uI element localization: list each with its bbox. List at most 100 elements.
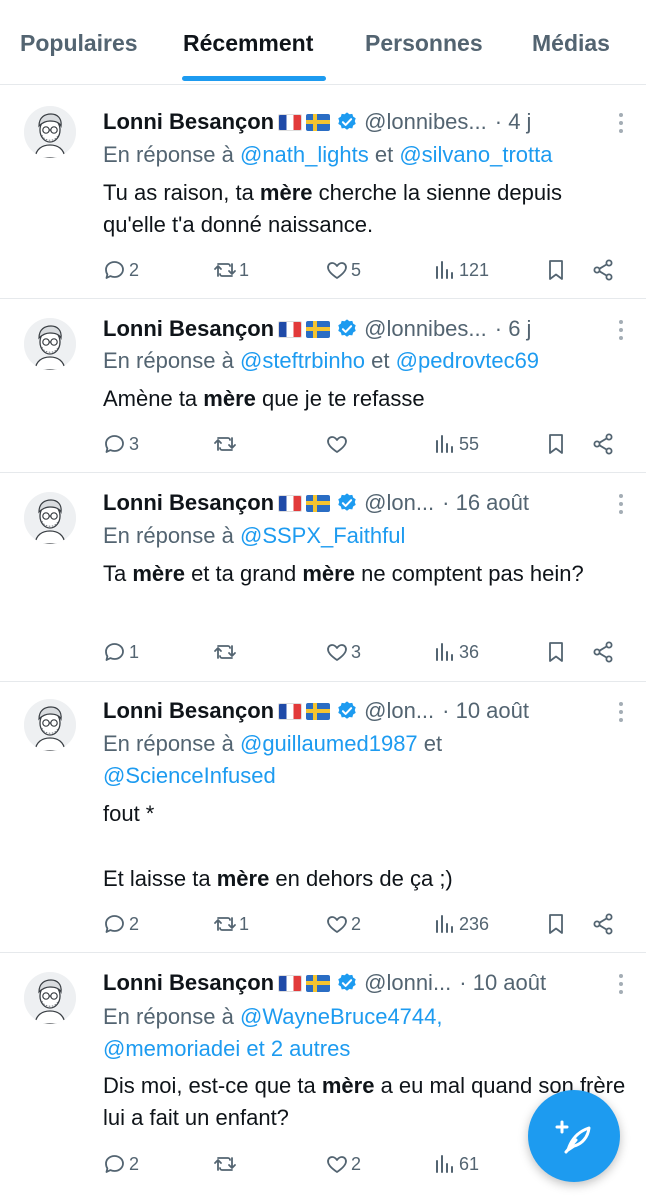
mention-link[interactable]: @pedrovtec69 [396, 348, 539, 373]
like-icon [325, 640, 349, 664]
tweet-actions: 1 3 36 [103, 637, 626, 667]
tweet-timestamp[interactable]: · 10 août [442, 698, 529, 724]
bookmark-button[interactable] [544, 637, 568, 667]
mention-link[interactable]: @ScienceInfused [103, 763, 276, 788]
reply-button[interactable]: 2 [103, 909, 139, 939]
more-options-icon[interactable] [618, 320, 624, 340]
tweet-text: fout * [103, 801, 155, 826]
avatar[interactable] [24, 106, 76, 158]
author-name[interactable]: Lonni Besançon [103, 698, 274, 724]
views-icon [433, 432, 457, 456]
views-button[interactable]: 55 [433, 429, 479, 459]
avatar[interactable] [24, 699, 76, 751]
like-button[interactable] [325, 429, 351, 459]
tweet[interactable]: Lonni Besançon @lon... · 10 août En répo… [0, 681, 646, 953]
mention-link[interactable]: @silvano_trotta [399, 142, 552, 167]
reply-icon [103, 258, 127, 282]
author-name[interactable]: Lonni Besançon [103, 316, 274, 342]
author-handle[interactable]: @lon... [364, 698, 434, 724]
more-options-icon[interactable] [618, 113, 624, 133]
tweet-text: Amène ta mère que je te refasse [103, 386, 425, 411]
author-name[interactable]: Lonni Besançon [103, 970, 274, 996]
share-button[interactable] [591, 255, 615, 285]
more-options-icon[interactable] [618, 494, 624, 514]
reply-icon [103, 1152, 127, 1176]
retweet-button[interactable] [213, 637, 239, 667]
fr-flag-icon [278, 702, 303, 720]
views-button[interactable]: 121 [433, 255, 489, 285]
reply-icon [103, 432, 127, 456]
share-icon [591, 432, 615, 456]
bookmark-button[interactable] [544, 429, 568, 459]
retweet-button[interactable] [213, 429, 239, 459]
share-button[interactable] [591, 429, 615, 459]
bookmark-icon [544, 432, 568, 456]
like-button[interactable]: 2 [325, 1149, 361, 1179]
mention-link[interactable]: @SSPX_Faithful [240, 523, 405, 548]
reply-button[interactable]: 2 [103, 255, 139, 285]
retweet-icon [213, 432, 237, 456]
tweet-header: Lonni Besançon @lon... · 10 août [103, 696, 630, 726]
author-handle[interactable]: @lon... [364, 490, 434, 516]
tweet[interactable]: Lonni Besançon @lon... · 16 août En répo… [0, 472, 646, 682]
avatar[interactable] [24, 972, 76, 1024]
tweet-text: Tu as raison, ta mère cherche la sienne … [103, 180, 569, 237]
share-icon [591, 640, 615, 664]
avatar[interactable] [24, 492, 76, 544]
like-button[interactable]: 3 [325, 637, 361, 667]
bookmark-button[interactable] [544, 255, 568, 285]
bookmark-button[interactable] [544, 909, 568, 939]
more-options-icon[interactable] [618, 702, 624, 722]
reply-context: En réponse à @steftrbinho et @pedrovtec6… [103, 348, 540, 373]
reply-button[interactable]: 2 [103, 1149, 139, 1179]
tweet-timestamp[interactable]: · 6 j [495, 316, 532, 342]
author-handle[interactable]: @lonnibes... [364, 316, 487, 342]
avatar[interactable] [24, 318, 76, 370]
bookmark-icon [544, 640, 568, 664]
tab-populaires[interactable]: Populaires [20, 30, 138, 57]
mention-link[interactable]: @steftrbinho [240, 348, 365, 373]
author-name[interactable]: Lonni Besançon [103, 109, 274, 135]
views-button[interactable]: 236 [433, 909, 489, 939]
tweet-header: Lonni Besançon @lon... · 16 août [103, 488, 630, 518]
views-icon [433, 1152, 457, 1176]
tweet[interactable]: Lonni Besançon @lonnibes... · 4 j En rép… [0, 92, 646, 299]
retweet-button[interactable] [213, 1149, 239, 1179]
author-name[interactable]: Lonni Besançon [103, 490, 274, 516]
active-tab-indicator [182, 76, 326, 81]
views-icon [433, 258, 457, 282]
tab-recemment[interactable]: Récemment [183, 30, 313, 57]
tweet-timestamp[interactable]: · 10 août [459, 970, 546, 996]
retweet-icon [213, 258, 237, 282]
tab-personnes[interactable]: Personnes [365, 30, 483, 57]
retweet-button[interactable]: 1 [213, 255, 249, 285]
tweet-timestamp[interactable]: · 16 août [442, 490, 529, 516]
tab-medias[interactable]: Médias [532, 30, 610, 57]
author-handle[interactable]: @lonni... [364, 970, 451, 996]
author-handle[interactable]: @lonnibes... [364, 109, 487, 135]
more-options-icon[interactable] [618, 974, 624, 994]
share-button[interactable] [591, 909, 615, 939]
highlighted-term: mère [302, 561, 355, 586]
views-button[interactable]: 61 [433, 1149, 479, 1179]
verified-badge-icon [336, 700, 358, 722]
fr-flag-icon [278, 974, 303, 992]
mention-link[interactable]: @guillaumed1987 [240, 731, 418, 756]
tweet[interactable]: Lonni Besançon @lonnibes... · 6 j En rép… [0, 298, 646, 473]
reply-button[interactable]: 1 [103, 637, 139, 667]
mention-link[interactable]: @memoriadei et 2 autres [103, 1036, 350, 1061]
retweet-icon [213, 912, 237, 936]
tweet-timestamp[interactable]: · 4 j [495, 109, 532, 135]
share-button[interactable] [591, 637, 615, 667]
reply-button[interactable]: 3 [103, 429, 139, 459]
compose-feather-icon [555, 1120, 591, 1154]
mention-link[interactable]: @WayneBruce4744, [240, 1004, 443, 1029]
mention-link[interactable]: @nath_lights [240, 142, 369, 167]
compose-button[interactable] [528, 1090, 620, 1182]
tweet-header: Lonni Besançon @lonni... · 10 août [103, 968, 630, 998]
like-button[interactable]: 5 [325, 255, 361, 285]
retweet-button[interactable]: 1 [213, 909, 249, 939]
like-icon [325, 912, 349, 936]
like-button[interactable]: 2 [325, 909, 361, 939]
views-button[interactable]: 36 [433, 637, 479, 667]
